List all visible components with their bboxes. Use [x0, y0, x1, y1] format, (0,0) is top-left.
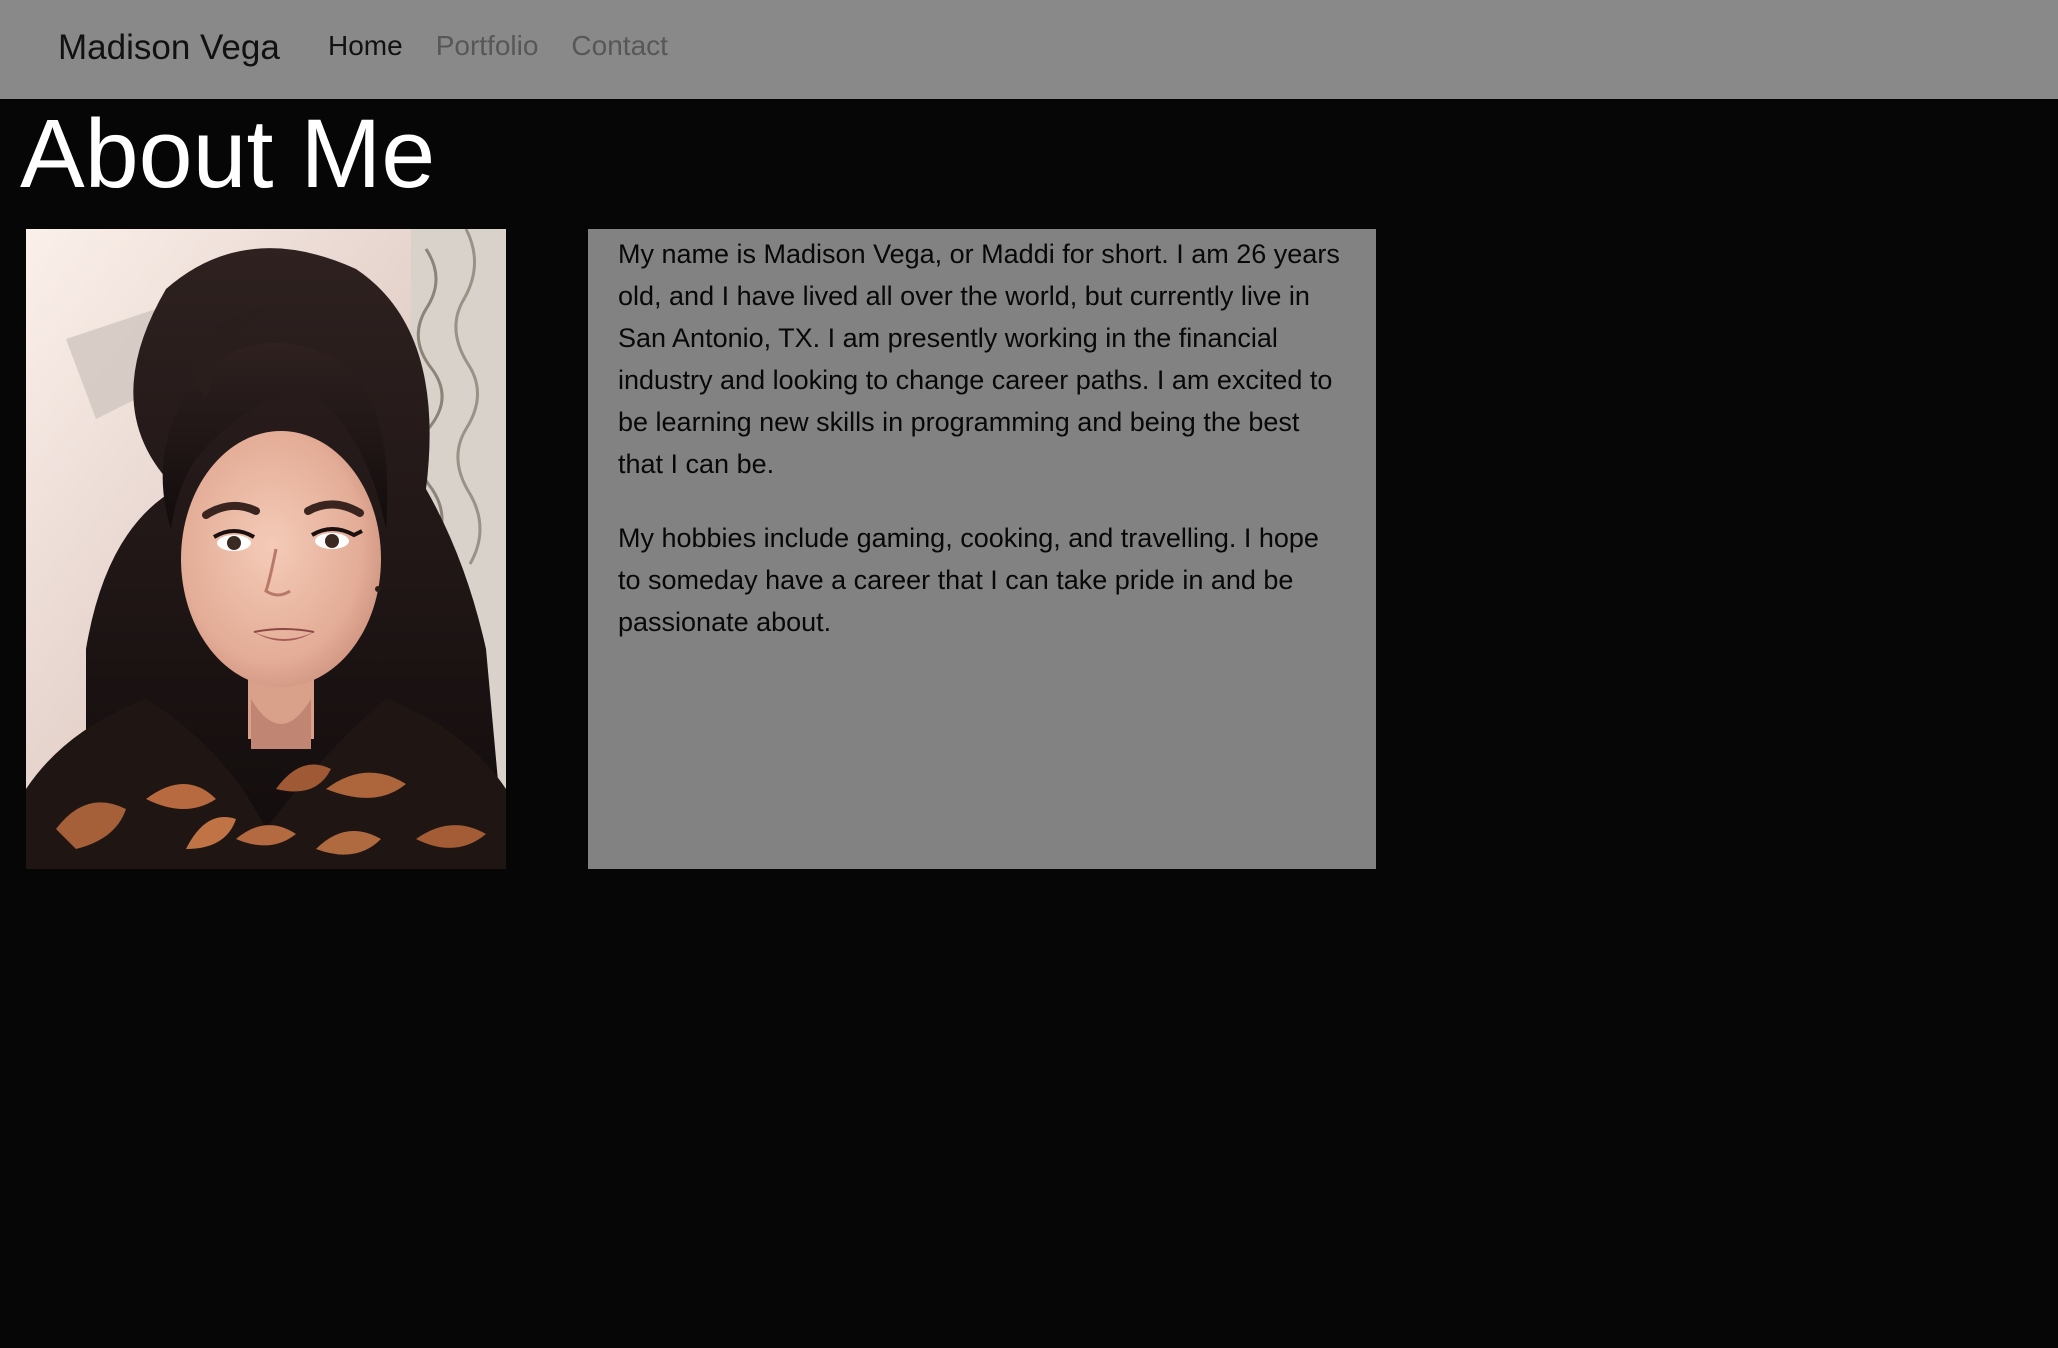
- page-title: About Me: [20, 99, 436, 208]
- nav-links: Home Portfolio Contact: [328, 26, 668, 66]
- about-paragraph-hobbies: My hobbies include gaming, cooking, and …: [618, 523, 1319, 637]
- nav-home-link[interactable]: Home: [328, 26, 403, 66]
- about-text-panel: My name is Madison Vega, or Maddi for sh…: [588, 229, 1376, 869]
- about-paragraph-intro: My name is Madison Vega, or Maddi for sh…: [618, 239, 1340, 479]
- nav-portfolio-link[interactable]: Portfolio: [436, 26, 539, 66]
- profile-photo: [26, 229, 506, 869]
- nav-contact-link[interactable]: Contact: [571, 26, 668, 66]
- brand-link[interactable]: Madison Vega: [58, 26, 280, 70]
- top-navbar: Madison Vega Home Portfolio Contact: [0, 0, 2058, 99]
